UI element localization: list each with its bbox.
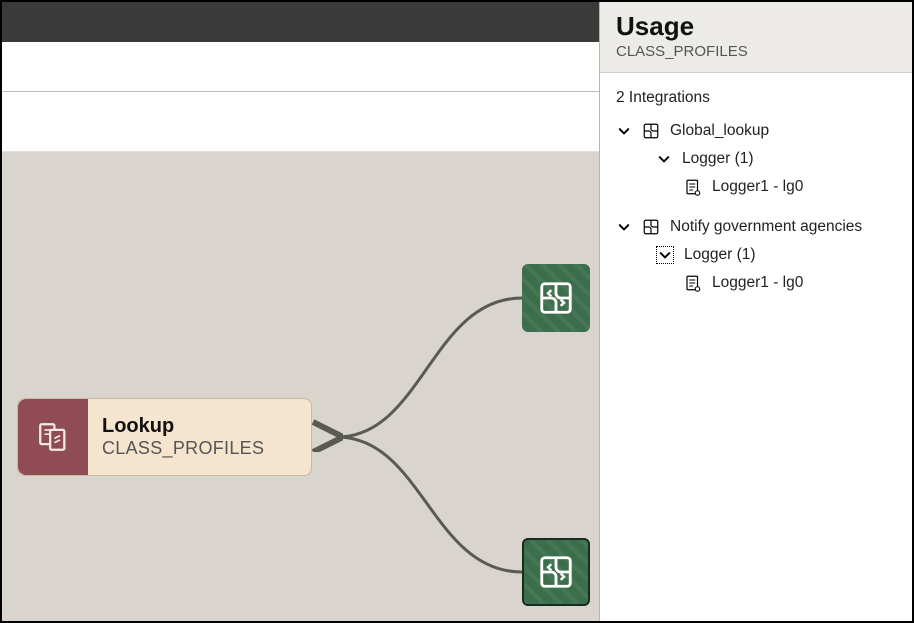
tree-item-row[interactable]: Logger1 - lg0 — [616, 173, 896, 201]
usage-panel-body: 2 Integrations Global_lookup Logger (1) … — [600, 73, 912, 297]
lookup-node-subtitle: CLASS_PROFILES — [102, 438, 311, 459]
integration-node-2[interactable] — [522, 538, 590, 606]
usage-panel-subtitle: CLASS_PROFILES — [616, 43, 896, 60]
logger-icon — [684, 274, 702, 292]
lookup-node[interactable]: Lookup CLASS_PROFILES — [17, 398, 312, 476]
group-label: Logger (1) — [684, 246, 756, 264]
integration-icon — [642, 122, 660, 140]
group-label: Logger (1) — [682, 150, 754, 168]
toolbar-strip-2 — [2, 92, 599, 152]
tree-item-row[interactable]: Logger1 - lg0 — [616, 269, 896, 297]
tree-group-row[interactable]: Logger (1) — [616, 241, 896, 269]
lookup-node-title: Lookup — [102, 415, 311, 438]
item-label: Logger1 - lg0 — [712, 178, 803, 196]
chevron-down-icon[interactable] — [656, 151, 672, 167]
tree-group-row[interactable]: Logger (1) — [616, 145, 896, 173]
connector-lines — [2, 152, 599, 621]
usage-panel-header: Usage CLASS_PROFILES — [600, 2, 912, 73]
lookup-icon — [18, 399, 88, 475]
integrations-count: 2 Integrations — [616, 89, 896, 107]
logger-icon — [684, 178, 702, 196]
chevron-down-icon[interactable] — [616, 219, 632, 235]
chevron-down-icon[interactable] — [616, 123, 632, 139]
integration-node-1[interactable] — [522, 264, 590, 332]
integration-name: Notify government agencies — [670, 218, 862, 236]
usage-panel-title: Usage — [616, 12, 896, 41]
diagram-canvas[interactable]: Lookup CLASS_PROFILES — [2, 152, 599, 621]
chevron-down-icon[interactable] — [656, 246, 674, 264]
toolbar-strip-1 — [2, 42, 599, 92]
integration-name: Global_lookup — [670, 122, 769, 140]
integration-icon — [642, 218, 660, 236]
tree-integration-row[interactable]: Global_lookup — [616, 117, 896, 145]
tree-integration-row[interactable]: Notify government agencies — [616, 213, 896, 241]
usage-panel: Usage CLASS_PROFILES 2 Integrations Glob… — [599, 2, 912, 621]
item-label: Logger1 - lg0 — [712, 274, 803, 292]
